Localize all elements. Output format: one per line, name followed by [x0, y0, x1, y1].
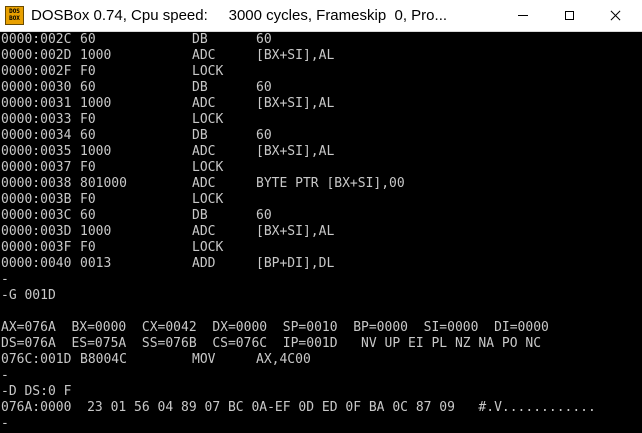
machine-code: 801000 [80, 176, 127, 191]
mnemonic: DB [192, 32, 208, 47]
operands: 60 [256, 32, 272, 47]
machine-code: 1000 [80, 48, 112, 63]
machine-code: 60 [80, 80, 96, 95]
operands: [BX+SI],AL [256, 96, 335, 111]
operands: 60 [256, 80, 272, 95]
machine-code: F0 [80, 240, 96, 255]
minimize-icon [518, 15, 528, 16]
address: 0000:0034 [1, 128, 72, 143]
machine-code: F0 [80, 64, 96, 79]
dos-console[interactable]: 0000:002C 60 DB 60 0000:002D 1000 ADC [BX+SI],A… [0, 32, 642, 433]
address: 0000:0031 [1, 96, 72, 111]
mnemonic: DB [192, 128, 208, 143]
machine-code: 60 [80, 32, 96, 47]
mnemonic: LOCK [192, 64, 224, 79]
mnemonic: LOCK [192, 112, 224, 127]
prompt: - [1, 272, 9, 287]
mnemonic: ADC [192, 48, 216, 63]
machine-code: F0 [80, 192, 96, 207]
registers-line: AX=076A BX=0000 CX=0042 DX=0000 SP=0010 … [1, 320, 549, 335]
operands: AX,4C00 [256, 352, 311, 367]
machine-code: 60 [80, 208, 96, 223]
window-title: DOSBox 0.74, Cpu speed: 3000 cycles, Fra… [31, 7, 448, 24]
close-button[interactable] [592, 0, 638, 31]
address: 0000:003D [1, 224, 72, 239]
address: 0000:0038 [1, 176, 72, 191]
address: 0000:003F [1, 240, 72, 255]
mnemonic: LOCK [192, 160, 224, 175]
machine-code: F0 [80, 160, 96, 175]
mnemonic: ADC [192, 176, 216, 191]
mnemonic: ADC [192, 224, 216, 239]
operands: [BX+SI],AL [256, 144, 335, 159]
address: 0000:0035 [1, 144, 72, 159]
address: 0000:0030 [1, 80, 72, 95]
mnemonic: MOV [192, 352, 216, 367]
dosbox-icon: DOS BOX [5, 6, 24, 25]
prompt: - [1, 416, 9, 431]
memory-dump-line: 076A:0000 23 01 56 04 89 07 BC 0A-EF 0D … [1, 400, 596, 415]
machine-code: 1000 [80, 224, 112, 239]
mnemonic: ADC [192, 144, 216, 159]
maximize-button[interactable] [546, 0, 592, 31]
machine-code: F0 [80, 112, 96, 127]
operands: 60 [256, 208, 272, 223]
mnemonic: LOCK [192, 192, 224, 207]
mnemonic: ADC [192, 96, 216, 111]
address: 0000:0040 [1, 256, 72, 271]
address: 0000:003B [1, 192, 72, 207]
machine-code: 1000 [80, 144, 112, 159]
operands: [BX+SI],AL [256, 48, 335, 63]
command-line: -G 001D [1, 288, 56, 303]
flags-line: DS=076A ES=075A SS=076B CS=076C IP=001D … [1, 336, 542, 351]
operands: [BP+DI],DL [256, 256, 335, 271]
prompt: - [1, 368, 9, 383]
address: 0000:003C [1, 208, 72, 223]
address: 0000:0033 [1, 112, 72, 127]
mnemonic: DB [192, 80, 208, 95]
close-icon [609, 10, 621, 22]
address: 0000:0037 [1, 160, 72, 175]
machine-code: 60 [80, 128, 96, 143]
address: 0000:002D [1, 48, 72, 63]
address: 0000:002F [1, 64, 72, 79]
operands: [BX+SI],AL [256, 224, 335, 239]
minimize-button[interactable] [500, 0, 546, 31]
command-line: -D DS:0 F [1, 384, 72, 399]
title-bar[interactable]: DOS BOX DOSBox 0.74, Cpu speed: 3000 cyc… [0, 0, 642, 32]
mnemonic: ADD [192, 256, 216, 271]
operands: BYTE PTR [BX+SI],00 [256, 176, 405, 191]
dosbox-window: DOS BOX DOSBox 0.74, Cpu speed: 3000 cyc… [0, 0, 642, 433]
mnemonic: DB [192, 208, 208, 223]
machine-code: 0013 [80, 256, 112, 271]
address: 0000:002C [1, 32, 72, 47]
mnemonic: LOCK [192, 240, 224, 255]
address: 076C:001D [1, 352, 72, 367]
maximize-icon [564, 11, 574, 20]
machine-code: 1000 [80, 96, 112, 111]
operands: 60 [256, 128, 272, 143]
machine-code: B8004C [80, 352, 127, 367]
